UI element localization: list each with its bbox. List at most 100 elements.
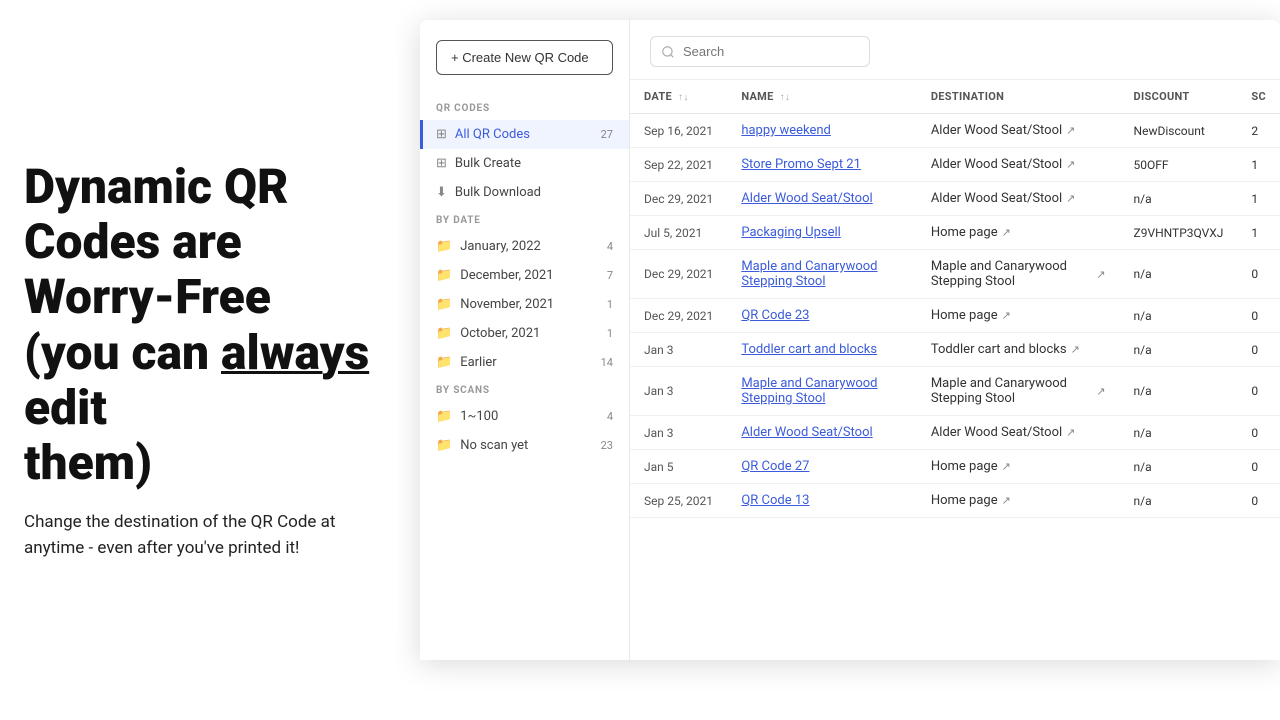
cell-destination[interactable]: Home page ↗ xyxy=(917,484,1120,518)
col-discount: DISCOUNT xyxy=(1120,80,1238,114)
cell-name[interactable]: QR Code 27 xyxy=(727,450,917,484)
cell-discount: n/a xyxy=(1120,367,1238,416)
destination-link[interactable]: Home page ↗ xyxy=(931,225,1106,240)
qr-name-link[interactable]: Maple and Canarywood Stepping Stool xyxy=(741,376,877,406)
cell-destination[interactable]: Maple and Canarywood Stepping Stool ↗ xyxy=(917,367,1120,416)
destination-link[interactable]: Home page ↗ xyxy=(931,493,1106,508)
qr-name-link[interactable]: QR Code 13 xyxy=(741,493,809,508)
sidebar-item-bulk-download[interactable]: ⬇ Bulk Download xyxy=(420,178,629,207)
cell-date: Jan 3 xyxy=(630,416,727,450)
qr-name-link[interactable]: Packaging Upsell xyxy=(741,225,841,240)
cell-name[interactable]: QR Code 23 xyxy=(727,299,917,333)
cell-date: Dec 29, 2021 xyxy=(630,250,727,299)
sidebar-item-jan-2022[interactable]: 📁 January, 2022 4 xyxy=(420,232,629,261)
cell-destination[interactable]: Alder Wood Seat/Stool ↗ xyxy=(917,182,1120,216)
cell-scans: 0 xyxy=(1237,416,1280,450)
cell-scans: 0 xyxy=(1237,484,1280,518)
external-link-icon: ↗ xyxy=(1096,385,1105,398)
destination-link[interactable]: Alder Wood Seat/Stool ↗ xyxy=(931,425,1106,440)
table-row: Dec 29, 2021 Alder Wood Seat/Stool Alder… xyxy=(630,182,1280,216)
col-destination: DESTINATION xyxy=(917,80,1120,114)
cell-destination[interactable]: Maple and Canarywood Stepping Stool ↗ xyxy=(917,250,1120,299)
qr-name-link[interactable]: Toddler cart and blocks xyxy=(741,342,877,357)
sidebar-item-label: November, 2021 xyxy=(460,297,554,312)
destination-link[interactable]: Home page ↗ xyxy=(931,459,1106,474)
sidebar-item-dec-2021[interactable]: 📁 December, 2021 7 xyxy=(420,261,629,290)
col-name[interactable]: NAME ↑↓ xyxy=(727,80,917,114)
qr-name-link[interactable]: Store Promo Sept 21 xyxy=(741,157,861,172)
cell-name[interactable]: happy weekend xyxy=(727,114,917,148)
sidebar-item-1-100[interactable]: 📁 1~100 4 xyxy=(420,402,629,431)
destination-link[interactable]: Maple and Canarywood Stepping Stool ↗ xyxy=(931,376,1106,406)
bulk-create-icon: ⊞ xyxy=(436,156,447,171)
destination-link[interactable]: Home page ↗ xyxy=(931,308,1106,323)
external-link-icon: ↗ xyxy=(1002,494,1011,507)
cell-discount: Z9VHNTP3QVXJ xyxy=(1120,216,1238,250)
destination-link[interactable]: Maple and Canarywood Stepping Stool ↗ xyxy=(931,259,1106,289)
qr-name-link[interactable]: Alder Wood Seat/Stool xyxy=(741,191,872,206)
cell-destination[interactable]: Home page ↗ xyxy=(917,450,1120,484)
qr-name-link[interactable]: QR Code 27 xyxy=(741,459,809,474)
folder-icon: 📁 xyxy=(436,297,452,312)
folder-icon: 📁 xyxy=(436,268,452,283)
cell-discount: 50OFF xyxy=(1120,148,1238,182)
table-header-row: DATE ↑↓ NAME ↑↓ DESTINATION DISCOUNT SC xyxy=(630,80,1280,114)
qr-codes-table: DATE ↑↓ NAME ↑↓ DESTINATION DISCOUNT SC … xyxy=(630,80,1280,518)
col-date[interactable]: DATE ↑↓ xyxy=(630,80,727,114)
cell-destination[interactable]: Alder Wood Seat/Stool ↗ xyxy=(917,416,1120,450)
qr-name-link[interactable]: Alder Wood Seat/Stool xyxy=(741,425,872,440)
search-input[interactable] xyxy=(650,36,870,67)
cell-discount: n/a xyxy=(1120,333,1238,367)
cell-discount: n/a xyxy=(1120,299,1238,333)
cell-destination[interactable]: Toddler cart and blocks ↗ xyxy=(917,333,1120,367)
cell-destination[interactable]: Home page ↗ xyxy=(917,216,1120,250)
sidebar-item-label: Bulk Create xyxy=(455,156,521,171)
cell-destination[interactable]: Home page ↗ xyxy=(917,299,1120,333)
cell-name[interactable]: QR Code 13 xyxy=(727,484,917,518)
sidebar-item-oct-2021[interactable]: 📁 October, 2021 1 xyxy=(420,319,629,348)
sidebar-item-label: Bulk Download xyxy=(455,185,541,200)
cell-scans: 0 xyxy=(1237,333,1280,367)
sidebar-item-label: All QR Codes xyxy=(455,127,530,142)
cell-name[interactable]: Store Promo Sept 21 xyxy=(727,148,917,182)
cell-date: Jan 3 xyxy=(630,367,727,416)
sidebar: + Create New QR Code QR CODES ⊞ All QR C… xyxy=(420,20,630,660)
cell-destination[interactable]: Alder Wood Seat/Stool ↗ xyxy=(917,148,1120,182)
destination-link[interactable]: Alder Wood Seat/Stool ↗ xyxy=(931,157,1106,172)
folder-icon: 📁 xyxy=(436,438,452,453)
external-link-icon: ↗ xyxy=(1066,158,1075,171)
table-row: Dec 29, 2021 Maple and Canarywood Steppi… xyxy=(630,250,1280,299)
qr-name-link[interactable]: Maple and Canarywood Stepping Stool xyxy=(741,259,877,289)
destination-link[interactable]: Alder Wood Seat/Stool ↗ xyxy=(931,191,1106,206)
qr-name-link[interactable]: happy weekend xyxy=(741,123,831,138)
sidebar-item-all-qr-codes[interactable]: ⊞ All QR Codes 27 xyxy=(420,120,629,149)
sidebar-item-badge: 4 xyxy=(607,410,613,423)
cell-name[interactable]: Alder Wood Seat/Stool xyxy=(727,182,917,216)
cell-name[interactable]: Packaging Upsell xyxy=(727,216,917,250)
sidebar-item-earlier[interactable]: 📁 Earlier 14 xyxy=(420,348,629,377)
by-scans-section-title: BY SCANS xyxy=(420,377,629,402)
sidebar-item-bulk-create[interactable]: ⊞ Bulk Create xyxy=(420,149,629,178)
folder-icon: 📁 xyxy=(436,239,452,254)
cell-name[interactable]: Maple and Canarywood Stepping Stool xyxy=(727,367,917,416)
sidebar-item-label: Earlier xyxy=(460,355,497,370)
cell-name[interactable]: Toddler cart and blocks xyxy=(727,333,917,367)
table-row: Sep 16, 2021 happy weekend Alder Wood Se… xyxy=(630,114,1280,148)
qr-name-link[interactable]: QR Code 23 xyxy=(741,308,809,323)
create-qr-button[interactable]: + Create New QR Code xyxy=(436,40,613,75)
download-icon: ⬇ xyxy=(436,185,447,200)
folder-icon: 📁 xyxy=(436,409,452,424)
list-icon: ⊞ xyxy=(436,127,447,142)
cell-destination[interactable]: Alder Wood Seat/Stool ↗ xyxy=(917,114,1120,148)
cell-name[interactable]: Maple and Canarywood Stepping Stool xyxy=(727,250,917,299)
sidebar-item-nov-2021[interactable]: 📁 November, 2021 1 xyxy=(420,290,629,319)
table-row: Jul 5, 2021 Packaging Upsell Home page ↗… xyxy=(630,216,1280,250)
sidebar-item-no-scan[interactable]: 📁 No scan yet 23 xyxy=(420,431,629,460)
table-row: Jan 5 QR Code 27 Home page ↗ n/a 0 xyxy=(630,450,1280,484)
cell-scans: 2 xyxy=(1237,114,1280,148)
cell-name[interactable]: Alder Wood Seat/Stool xyxy=(727,416,917,450)
destination-link[interactable]: Alder Wood Seat/Stool ↗ xyxy=(931,123,1106,138)
destination-link[interactable]: Toddler cart and blocks ↗ xyxy=(931,342,1106,357)
cell-discount: n/a xyxy=(1120,484,1238,518)
table-row: Jan 3 Toddler cart and blocks Toddler ca… xyxy=(630,333,1280,367)
